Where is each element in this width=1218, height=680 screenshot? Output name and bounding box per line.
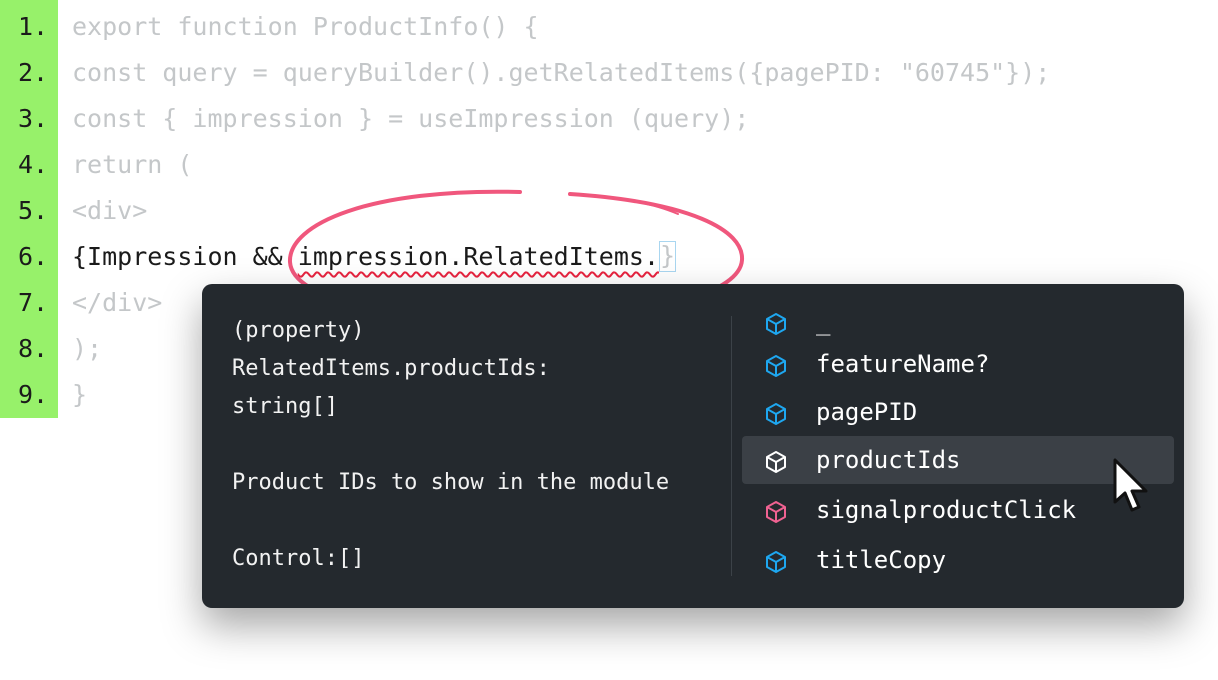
line-number: 8. [18,334,49,363]
line-number: 6. [18,242,49,271]
suggestion-label: pagePID [816,398,918,426]
property-documentation: (property) RelatedItems.productIds: string… [232,312,669,578]
suggestion-item[interactable]: _ [742,298,1174,346]
doc-line [232,426,669,464]
doc-line: (property) [232,318,365,343]
cube-icon [766,501,786,523]
cube-icon [766,403,786,425]
line-number: 7. [18,288,49,317]
line-number: 4. [18,150,49,179]
doc-line: RelatedItems.productIds: [232,356,550,381]
cube-icon [766,313,786,335]
code-line[interactable]: </div> [72,280,162,326]
code-line[interactable]: const query = queryBuilder().getRelatedI… [72,50,1050,96]
doc-line [232,502,669,540]
code-line[interactable]: } [72,372,87,418]
cube-icon [766,551,786,573]
doc-line: Product IDs to show in the module [232,470,670,495]
cube-icon [766,451,786,473]
doc-line: Control:[] [232,546,365,571]
suggestion-item[interactable]: titleCopy [742,536,1174,584]
code-line[interactable]: ); [72,326,102,372]
autocomplete-popup: (property) RelatedItems.productIds: string… [202,284,1184,608]
suggestion-item[interactable]: featureName? [742,340,1174,388]
popup-divider [731,316,732,576]
line-number: 1. [18,12,49,41]
line-number: 5. [18,196,49,225]
cube-icon [766,355,786,377]
mouse-pointer-icon [1113,458,1148,512]
suggestion-item[interactable]: signalproductClick [742,486,1174,534]
suggestion-item[interactable]: pagePID [742,388,1174,436]
line-number: 9. [18,380,49,409]
code-line[interactable]: export function ProductInfo() { [72,4,539,50]
suggestion-item[interactable]: productIds [742,436,1174,484]
line-number: 3. [18,104,49,133]
code-line[interactable]: return ( [72,142,192,188]
suggestion-label: titleCopy [816,546,947,574]
doc-line: string[] [232,394,338,419]
suggestion-label: featureName? [816,350,990,378]
suggestion-label: productIds [816,446,961,474]
suggestion-label: _ [816,308,831,336]
suggestion-label: signalproductClick [816,496,1077,524]
code-line[interactable]: <div> [72,188,147,234]
code-line[interactable]: const { impression } = useImpression (qu… [72,96,749,142]
code-prefix: {Impression && [72,242,298,271]
line-number: 2. [18,58,49,87]
